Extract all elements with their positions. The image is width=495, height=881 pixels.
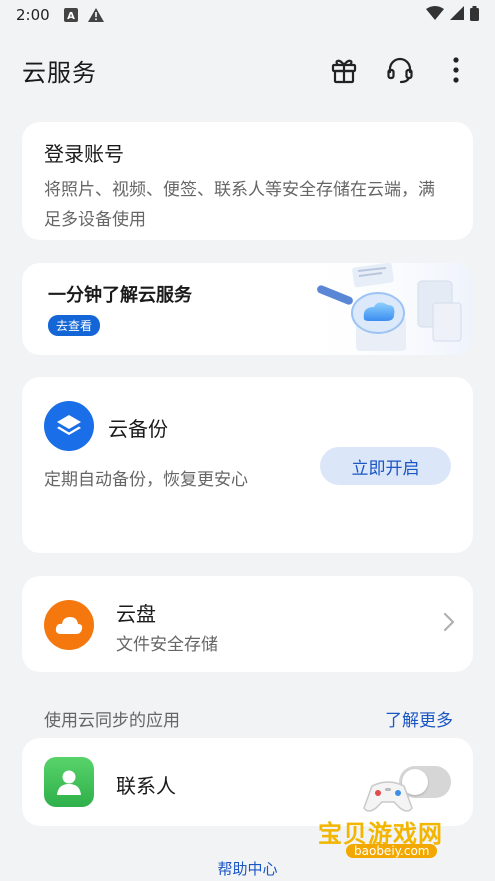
battery-icon <box>470 5 479 25</box>
help-center-link[interactable]: 帮助中心 <box>0 858 495 879</box>
more-vert-icon[interactable] <box>439 53 473 87</box>
header-actions <box>327 53 473 87</box>
notification-a-icon: A <box>63 8 78 22</box>
cloud-drive-card[interactable]: 云盘 文件安全存储 <box>22 576 473 672</box>
login-card[interactable]: 登录账号 将照片、视频、便签、联系人等安全存储在云端，满足多设备使用 <box>22 122 473 240</box>
learn-more-link[interactable]: 了解更多 <box>385 706 453 731</box>
login-description: 将照片、视频、便签、联系人等安全存储在云端，满足多设备使用 <box>44 180 435 230</box>
watermark-logo: 宝贝游戏网 baobeiy.com <box>318 780 468 860</box>
status-right <box>426 5 479 25</box>
cloud-backup-card: 云备份 定期自动备份，恢复更安心 立即开启 <box>22 377 473 553</box>
contacts-app-icon <box>44 757 94 807</box>
signal-icon <box>450 6 464 24</box>
page-title: 云服务 <box>22 58 97 87</box>
drive-description: 文件安全存储 <box>116 635 218 655</box>
intro-view-badge[interactable]: 去查看 <box>48 315 101 336</box>
gamepad-icon <box>363 781 413 812</box>
watermark-url: baobeiy.com <box>346 844 438 858</box>
wifi-icon <box>426 6 444 24</box>
layers-icon <box>44 401 94 451</box>
intro-banner-card[interactable]: 一分钟了解云服务 去查看 <box>22 263 473 355</box>
contacts-label: 联系人 <box>116 774 176 798</box>
drive-title: 云盘 <box>116 602 156 626</box>
chevron-right-icon <box>443 612 455 636</box>
sync-section-title: 使用云同步的应用 <box>44 711 180 731</box>
status-bar: 2:00 A <box>0 0 495 30</box>
gift-icon[interactable] <box>327 53 361 87</box>
app-header: 云服务 <box>0 40 495 100</box>
warning-icon <box>87 8 104 22</box>
enable-backup-button[interactable]: 立即开启 <box>320 447 451 485</box>
status-time: 2:00 <box>16 6 50 24</box>
cloud-illustration <box>298 263 473 355</box>
backup-description: 定期自动备份，恢复更安心 <box>44 470 248 490</box>
backup-title: 云备份 <box>108 417 168 441</box>
headset-icon[interactable] <box>383 53 417 87</box>
cloud-icon <box>44 600 94 650</box>
svg-text:A: A <box>67 11 75 22</box>
login-title: 登录账号 <box>44 142 124 166</box>
